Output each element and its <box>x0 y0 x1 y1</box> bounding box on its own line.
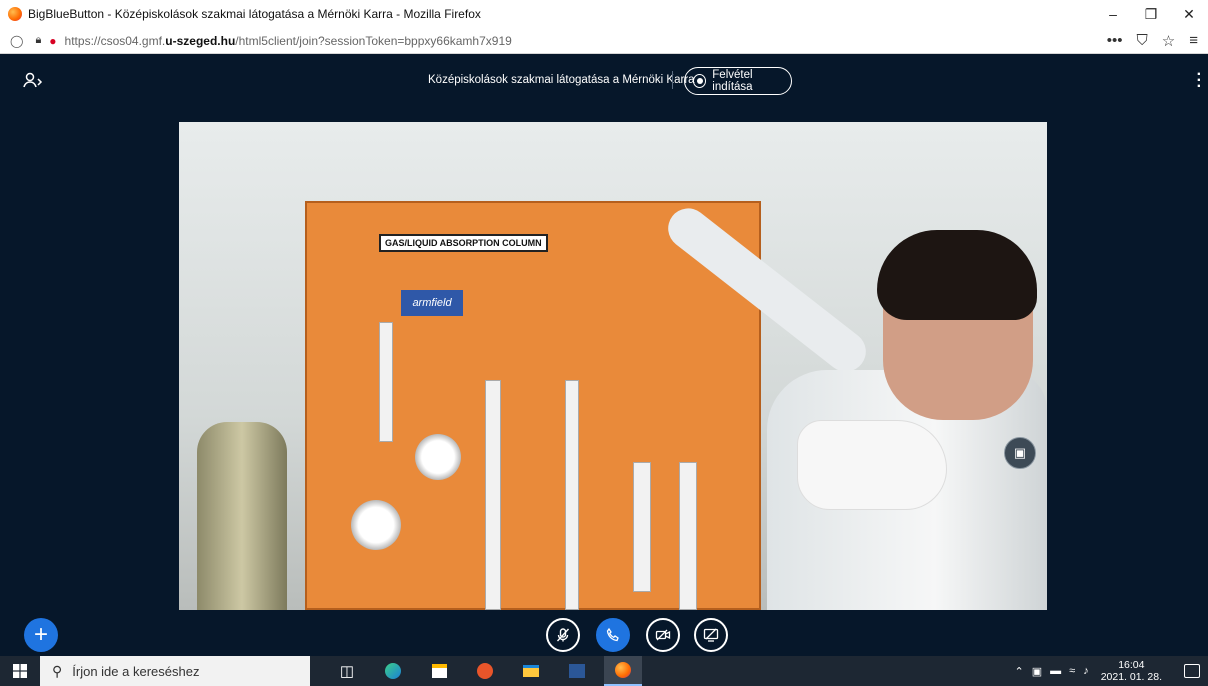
firefox-taskbar-icon[interactable] <box>604 656 642 686</box>
record-icon <box>693 74 707 88</box>
windows-start-button[interactable] <box>0 656 40 686</box>
microphone-permission-icon[interactable]: ● <box>49 34 56 48</box>
column-tube <box>565 380 579 610</box>
office-icon[interactable] <box>466 656 504 686</box>
share-webcam-button[interactable] <box>646 618 680 652</box>
wifi-icon[interactable]: ≈ <box>1069 665 1075 678</box>
restore-button[interactable]: ❐ <box>1132 0 1170 28</box>
meeting-topbar: Középiskolások szakmai látogatása a Mérn… <box>0 55 1208 107</box>
address-bar: ◯ 🔒︎ ● https://csos04.gmf.u-szeged.hu/ht… <box>0 28 1208 54</box>
minimize-button[interactable]: – <box>1094 0 1132 28</box>
taskbar-apps: ◫ <box>328 656 642 686</box>
shield-icon[interactable]: ◯ <box>10 34 23 48</box>
flowmeter-tube <box>679 462 697 610</box>
url-prefix: https://csos04.gmf. <box>64 33 166 48</box>
swap-layout-icon[interactable]: ▣ <box>1004 437 1036 469</box>
flowmeter-tube <box>633 462 651 592</box>
share-screen-button[interactable] <box>694 618 728 652</box>
presenter <box>660 200 1047 610</box>
store-icon[interactable] <box>420 656 458 686</box>
volume-icon[interactable]: ♪ <box>1083 665 1089 678</box>
pressure-gauge <box>415 434 461 480</box>
meet-now-icon[interactable]: ▣ <box>1032 665 1042 678</box>
firefox-icon <box>8 7 22 21</box>
options-menu-icon[interactable]: · · · <box>1197 67 1202 95</box>
clock-date: 2021. 01. 28. <box>1100 671 1162 683</box>
lock-icon[interactable]: 🔒︎ <box>35 34 41 47</box>
brand-label: armfield <box>401 290 463 316</box>
window-titlebar: BigBlueButton - Középiskolások szakmai l… <box>0 0 1208 28</box>
search-icon: ⚲ <box>52 662 63 679</box>
show-hidden-icons-icon[interactable]: ⌃ <box>1015 665 1024 678</box>
taskbar-search-box[interactable]: ⚲ Írjon ide a kereséshez <box>40 656 310 686</box>
bookmark-star-icon[interactable]: ☆ <box>1162 32 1175 50</box>
webcam-video: GAS/LIQUID ABSORPTION COLUMN armfield <box>179 122 1047 610</box>
toolbar-right: ••• ⛉ ☆ ≡ <box>1107 32 1198 50</box>
battery-icon[interactable]: ▬ <box>1050 665 1061 678</box>
bbb-app: Középiskolások szakmai látogatása a Mérn… <box>0 55 1208 656</box>
url-path: /html5client/join?sessionToken=bppxy66ka… <box>235 33 512 48</box>
record-label: Felvétel indítása <box>712 69 753 93</box>
presenter-mask <box>797 420 947 510</box>
tray-icons: ⌃ ▣ ▬ ≈ ♪ <box>1015 665 1089 678</box>
windows-taskbar: ⚲ Írjon ide a kereséshez ◫ ⌃ ▣ ▬ ≈ ♪ 16:… <box>0 656 1208 686</box>
actions-plus-button[interactable]: + <box>24 618 58 652</box>
taskbar-clock[interactable]: 16:04 2021. 01. 28. <box>1101 659 1162 683</box>
url-domain: u-szeged.hu <box>165 33 236 48</box>
task-view-icon[interactable]: ◫ <box>328 656 366 686</box>
title-divider <box>672 71 673 89</box>
window-title: BigBlueButton - Középiskolások szakmai l… <box>28 7 481 21</box>
gas-cylinder <box>197 422 287 610</box>
word-icon[interactable] <box>558 656 596 686</box>
system-tray: ⌃ ▣ ▬ ≈ ♪ 16:04 2021. 01. 28. <box>1015 656 1208 686</box>
close-button[interactable]: ✕ <box>1170 0 1208 28</box>
pocket-icon[interactable]: ⛉ <box>1137 32 1148 50</box>
pressure-gauge <box>351 500 401 550</box>
mute-microphone-button[interactable] <box>546 618 580 652</box>
window-controls: – ❐ ✕ <box>1094 0 1208 28</box>
presenter-hair <box>877 230 1037 320</box>
column-tube <box>379 322 393 442</box>
page-actions-icon[interactable]: ••• <box>1107 32 1123 50</box>
leave-audio-button[interactable] <box>596 618 630 652</box>
edge-icon[interactable] <box>374 656 412 686</box>
column-tube <box>485 380 501 610</box>
url-field[interactable]: https://csos04.gmf.u-szeged.hu/html5clie… <box>65 34 512 48</box>
search-placeholder: Írjon ide a kereséshez <box>72 663 200 679</box>
meeting-title: Középiskolások szakmai látogatása a Mérn… <box>428 74 695 86</box>
hamburger-menu-icon[interactable]: ≡ <box>1189 32 1198 50</box>
action-center-icon[interactable] <box>1184 664 1200 678</box>
file-explorer-icon[interactable] <box>512 656 550 686</box>
users-toggle-icon[interactable] <box>22 71 44 91</box>
clock-time: 16:04 <box>1118 659 1145 671</box>
start-recording-button[interactable]: Felvétel indítása <box>684 67 792 95</box>
panel-label: GAS/LIQUID ABSORPTION COLUMN <box>379 234 548 252</box>
